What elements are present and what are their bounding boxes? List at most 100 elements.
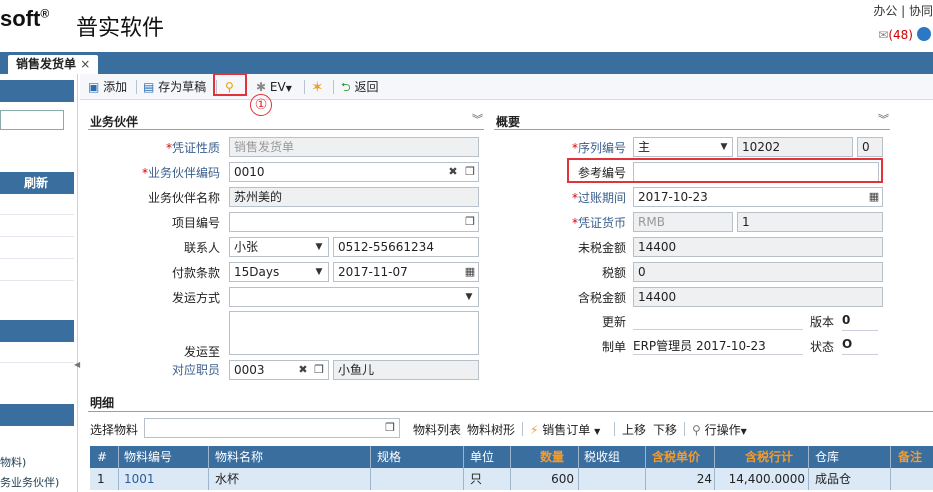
top-links[interactable]: 办公 | 协同 (873, 2, 933, 19)
cell-material-name[interactable]: 水杯 (215, 468, 239, 490)
clear-icon[interactable]: ✖ (295, 361, 311, 379)
move-up-button[interactable]: 上移 (622, 421, 646, 438)
tax-field: 0 (633, 262, 883, 282)
col-index: # (97, 450, 108, 464)
copy-icon[interactable]: ❐ (462, 213, 478, 231)
creator-value: ERP管理员 2017-10-23 (633, 337, 803, 355)
chevron-down-icon[interactable]: ▼ (460, 287, 478, 307)
contact-label: 联系人 (183, 241, 220, 255)
currency-field: RMB (633, 212, 733, 232)
pay-date-field[interactable]: 2017-11-07 (333, 262, 479, 282)
ship-method-select[interactable] (229, 287, 479, 307)
copy-icon[interactable]: ❐ (462, 163, 478, 181)
version-label: 版本 (810, 315, 835, 329)
post-date-field[interactable]: 2017-10-23 (633, 187, 883, 207)
partner-name-field: 苏州美的 (229, 187, 479, 207)
status-value: O (842, 337, 878, 355)
cell-line-total[interactable]: 14,400.0000 (715, 468, 805, 490)
sales-order-button[interactable]: ⚡ 销售订单 ▼ (530, 421, 600, 438)
back-arrow-icon: ⮌ (341, 80, 351, 94)
lightning-icon: ⚡ (530, 423, 539, 437)
cell-material-code[interactable]: 1001 (124, 468, 155, 490)
ship-to-label: 发运至 (183, 345, 220, 359)
magnifier-icon: ⚲ (692, 423, 701, 437)
back-button[interactable]: ⮌ 返回 (341, 78, 378, 96)
chevron-down-icon[interactable]: ▼ (310, 262, 328, 282)
sidebar-item-material[interactable]: 物料) (0, 454, 26, 470)
col-unit-price[interactable]: 含税单价 (652, 446, 700, 468)
cell-unit[interactable]: 只 (470, 468, 482, 490)
sidebar-search-input[interactable] (0, 110, 64, 130)
partner-code-field[interactable]: 0010 (229, 162, 479, 182)
close-icon[interactable]: × (80, 57, 90, 71)
col-warehouse[interactable]: 仓库 (815, 446, 839, 468)
material-tree-link[interactable]: 物料树形 (467, 421, 515, 438)
total-label: 含税金额 (577, 291, 626, 305)
currency-label: 凭证货币 (540, 214, 626, 231)
tab-sales-delivery[interactable]: 销售发货单 × (8, 55, 99, 74)
serial-extra-field: 0 (857, 137, 883, 157)
clock-icon[interactable] (917, 27, 931, 41)
chevron-down-icon[interactable]: ▼ (310, 237, 328, 257)
calendar-icon[interactable]: ▦ (462, 263, 478, 281)
row-ops-button[interactable]: ⚲ 行操作▼ (692, 421, 747, 438)
collapse-handle-icon[interactable]: ◀ (74, 360, 80, 369)
project-field[interactable] (229, 212, 479, 232)
chevron-down-icon[interactable]: ▼ (715, 137, 733, 157)
copy-icon[interactable]: ❐ (382, 419, 398, 437)
overview-section-title: 概要 (496, 115, 521, 129)
sidebar-refresh-bar[interactable]: 刷新 (0, 172, 74, 194)
details-title: 明细 (90, 396, 115, 410)
ev-menu-button[interactable]: ✱ EV▼ (256, 78, 292, 96)
annotation-marker: ① (250, 94, 272, 116)
add-button[interactable]: ▣ 添加 (88, 78, 127, 96)
staff-label[interactable]: 对应职员 (110, 361, 220, 378)
version-value: 0 (842, 313, 878, 331)
col-line-total[interactable]: 含税行计 (745, 446, 793, 468)
collapse-chevron-icon[interactable]: ︾ (472, 111, 483, 127)
update-value (633, 312, 803, 330)
highlight-box-ref (567, 158, 883, 183)
status-label: 状态 (810, 340, 835, 354)
sidebar-item-partner[interactable]: 务业务伙伴) (0, 474, 59, 490)
col-material-name[interactable]: 物料名称 (215, 446, 263, 468)
refresh-label[interactable]: 刷新 (24, 176, 48, 190)
move-down-button[interactable]: 下移 (653, 421, 677, 438)
serial-label: 序列编号 (540, 139, 626, 156)
staff-name-field: 小鱼儿 (333, 360, 479, 380)
update-label: 更新 (601, 315, 626, 329)
tax-label: 税额 (601, 266, 626, 280)
col-tax-group[interactable]: 税收组 (584, 446, 620, 468)
cell-unit-price[interactable]: 24 (640, 468, 712, 490)
settings-gear-icon[interactable]: ✶ (311, 78, 324, 96)
collapse-chevron-icon[interactable]: ︾ (878, 111, 889, 127)
save-draft-button[interactable]: ▤ 存为草稿 (143, 78, 206, 96)
wand-icon: ✱ (256, 80, 267, 94)
tab-bar (0, 52, 933, 74)
col-unit[interactable]: 单位 (470, 446, 494, 468)
pay-terms-label: 付款条款 (171, 266, 220, 280)
partner-code-label: 业务伙伴编码 (110, 164, 220, 181)
chevron-down-icon: ▼ (285, 84, 292, 93)
col-spec[interactable]: 规格 (377, 446, 401, 468)
sidebar: 刷新 物料) 务业务伙伴) (0, 74, 78, 492)
post-date-label: 过账期间 (540, 189, 626, 206)
calendar-icon[interactable]: ▦ (866, 188, 882, 206)
cell-warehouse[interactable]: 成品仓 (815, 468, 851, 490)
ship-to-textarea[interactable] (229, 311, 479, 355)
clear-icon[interactable]: ✖ (445, 163, 461, 181)
col-note[interactable]: 备注 (898, 446, 922, 468)
sidebar-header-1 (0, 80, 74, 102)
select-material-input[interactable] (144, 418, 400, 438)
col-material-code[interactable]: 物料编号 (124, 446, 172, 468)
voucher-type-field: 销售发货单 (229, 137, 479, 157)
voucher-type-label: 凭证性质 (110, 139, 220, 156)
logo: soft® (0, 6, 50, 31)
contact-phone-field[interactable]: 0512-55661234 (333, 237, 479, 257)
material-list-link[interactable]: 物料列表 (413, 421, 461, 438)
project-label: 项目编号 (171, 216, 220, 230)
cell-quantity[interactable]: 600 (520, 468, 574, 490)
col-quantity[interactable]: 数量 (540, 446, 564, 468)
copy-icon[interactable]: ❐ (311, 361, 327, 379)
mail-indicator[interactable]: ✉(48) (878, 28, 913, 42)
